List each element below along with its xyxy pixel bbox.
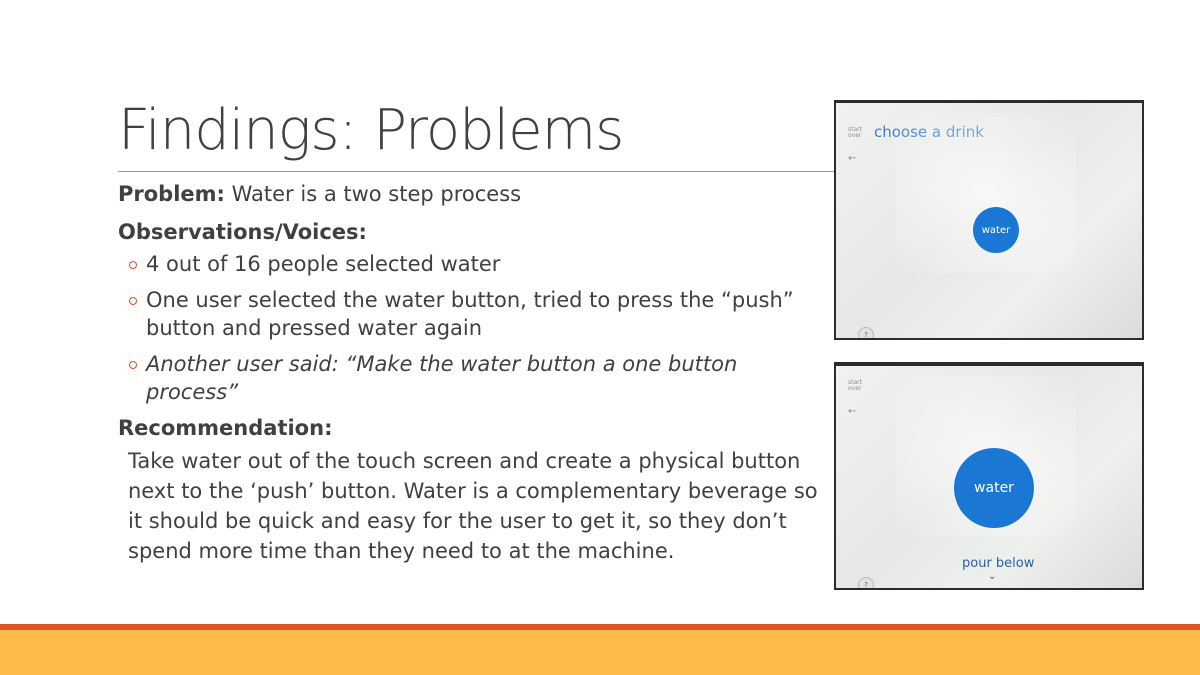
observations-list: 4 out of 16 people selected water One us…: [118, 250, 830, 406]
start-over-label: start over: [848, 379, 862, 392]
footer-band-orange: [0, 630, 1200, 675]
chevron-down-icon: ⌄: [988, 571, 997, 582]
help-icon: ?: [858, 327, 874, 338]
observation-item: 4 out of 16 people selected water: [118, 250, 830, 278]
title-divider: [118, 171, 834, 172]
water-button: water: [973, 207, 1019, 253]
water-button: water: [954, 448, 1034, 528]
problem-label: Problem:: [118, 182, 225, 206]
observations-heading: Observations/Voices:: [118, 220, 367, 244]
choose-drink-heading: choose a drink: [874, 123, 984, 141]
problem-line: Problem: Water is a two step process: [118, 180, 830, 208]
kiosk-photo-pour-below: start over ← water pour below ⌄ ?: [834, 362, 1144, 590]
slide-title: Findings: Problems: [118, 98, 624, 163]
recommendation-heading: Recommendation:: [118, 416, 333, 440]
back-arrow-icon: ←: [848, 406, 857, 417]
recommendation-text: Take water out of the touch screen and c…: [128, 449, 818, 563]
slide-body: Problem: Water is a two step process Obs…: [118, 180, 830, 566]
help-icon: ?: [858, 577, 874, 588]
pour-below-label: pour below: [962, 556, 1035, 571]
observation-item-quote: Another user said: “Make the water butto…: [118, 350, 830, 406]
start-over-label: start over: [848, 126, 862, 139]
kiosk-photo-choose-drink: start over ← choose a drink water ?: [834, 100, 1144, 340]
problem-text: Water is a two step process: [224, 182, 522, 206]
back-arrow-icon: ←: [848, 153, 857, 164]
observation-item: One user selected the water button, trie…: [118, 286, 830, 342]
slide: Findings: Problems Problem: Water is a t…: [0, 0, 1200, 675]
